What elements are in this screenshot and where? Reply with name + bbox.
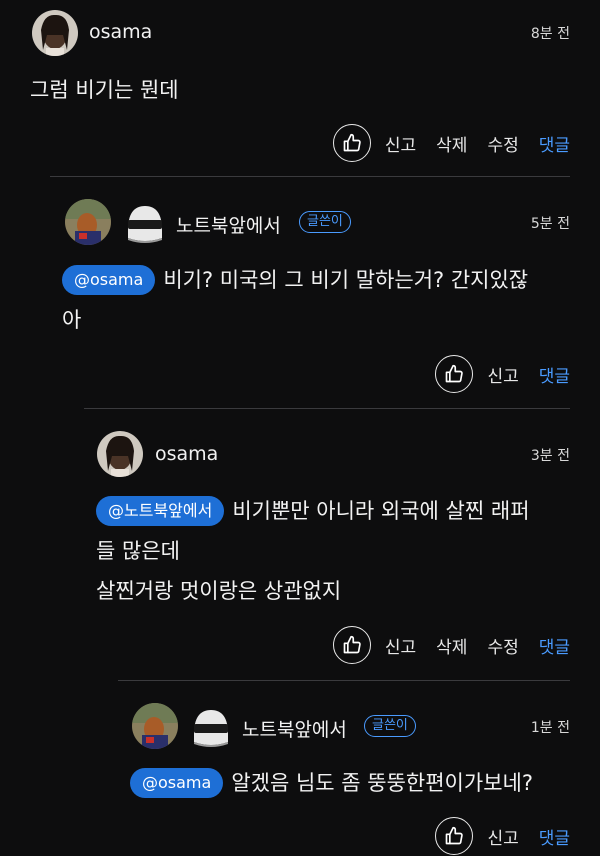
author-nickname[interactable]: osama [89,21,152,43]
comment-actions: 신고 댓글 [435,354,570,394]
reply-button[interactable]: 댓글 [539,131,570,156]
author-nickname[interactable]: osama [155,443,218,465]
divider [50,176,570,177]
reply-button[interactable]: 댓글 [539,824,570,849]
avatar[interactable] [32,10,78,56]
mention-tag[interactable]: @노트북앞에서 [96,496,225,526]
comment-line: 들 많은데 [96,539,180,563]
comment-line: 알겠음 님도 좀 뚱뚱한편이가보네? [231,771,533,795]
timestamp: 3분 전 [530,448,570,464]
comment-body: @osama 비기? 미국의 그 비기 말하는거? 간지있잖 아 [62,260,572,340]
author-nickname[interactable]: 노트북앞에서 [176,211,281,238]
thumbs-up-icon [446,826,464,845]
comment-line: 비기? 미국의 그 비기 말하는거? 간지있잖 [163,268,529,292]
comment-body: @노트북앞에서 비기뿐만 아니라 외국에 살찐 래퍼 들 많은데 살찐거랑 멋이랑… [96,491,572,611]
report-button[interactable]: 신고 [385,633,416,658]
robot-helmet-icon [122,200,168,246]
delete-button[interactable]: 삭제 [436,633,467,658]
author-nickname[interactable]: 노트북앞에서 [242,715,347,742]
thumbs-up-icon [446,364,464,383]
comment-actions: 신고 삭제 수정 댓글 [332,123,570,163]
avatar[interactable] [132,703,178,749]
avatar[interactable] [65,199,111,245]
comment-body: 그럼 비기는 뭔데 [30,70,179,110]
thumbs-up-icon [343,635,361,654]
like-button[interactable] [435,817,474,855]
thumbs-up-icon [343,133,361,152]
comment-actions: 신고 댓글 [435,816,570,856]
robot-helmet-icon [188,704,234,750]
reply-button[interactable]: 댓글 [539,362,570,387]
like-button[interactable] [332,124,371,162]
delete-button[interactable]: 삭제 [436,131,467,156]
mention-tag[interactable]: @osama [130,768,224,798]
comment-actions: 신고 삭제 수정 댓글 [332,625,570,665]
edit-button[interactable]: 수정 [487,633,518,658]
reply-button[interactable]: 댓글 [539,633,570,658]
avatar[interactable] [97,431,143,477]
edit-button[interactable]: 수정 [487,131,518,156]
timestamp: 1분 전 [530,720,570,736]
report-button[interactable]: 신고 [385,131,416,156]
mention-tag[interactable]: @osama [62,265,156,295]
comment-line: 그럼 비기는 뭔데 [30,78,179,102]
like-button[interactable] [332,626,371,664]
divider [118,680,570,681]
report-button[interactable]: 신고 [487,362,518,387]
comment-line: 살찐거랑 멋이랑은 상관없지 [96,579,342,603]
report-button[interactable]: 신고 [487,824,518,849]
timestamp: 5분 전 [530,216,570,232]
comment-line: 비기뿐만 아니라 외국에 살찐 래퍼 [232,499,530,523]
divider [84,408,570,409]
timestamp: 8분 전 [530,26,570,42]
like-button[interactable] [435,355,474,393]
author-badge: 글쓴이 [299,211,351,233]
author-badge: 글쓴이 [364,715,416,737]
comment-line: 아 [62,308,82,332]
comment-body: @osama 알겠음 님도 좀 뚱뚱한편이가보네? [130,763,572,803]
